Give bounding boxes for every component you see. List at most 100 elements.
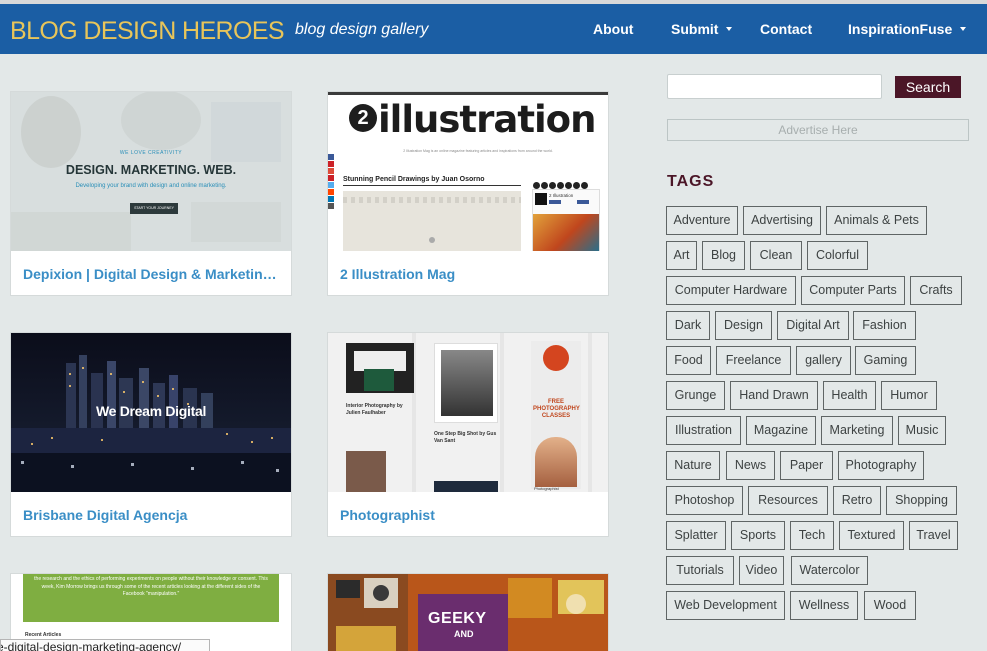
tag-item[interactable]: Hand Drawn bbox=[730, 381, 818, 410]
tag-item[interactable]: gallery bbox=[796, 346, 851, 375]
post-title[interactable]: 2 Illustration Mag bbox=[340, 266, 598, 282]
thumb-kicker: WE LOVE CREATIVITY bbox=[119, 150, 183, 156]
post-card[interactable]: We Dream Digital Brisbane Digital Agencj… bbox=[10, 332, 292, 537]
tag-item[interactable]: Health bbox=[823, 381, 876, 410]
tag-item[interactable]: Digital Art bbox=[777, 311, 849, 340]
thumb-brand: illustration bbox=[378, 98, 596, 141]
social-icons-row[interactable] bbox=[533, 176, 599, 189]
tag-item[interactable]: Paper bbox=[780, 451, 833, 480]
thumb-subtext: AND bbox=[454, 629, 474, 639]
tag-item[interactable]: Fashion bbox=[853, 311, 916, 340]
post-thumbnail[interactable]: 2 illustration 2 Illustration Mag is an … bbox=[328, 92, 608, 251]
tag-item[interactable]: Illustration bbox=[666, 416, 741, 445]
post-thumbnail[interactable]: We Dream Digital bbox=[11, 333, 291, 492]
post-thumbnail[interactable]: GEEKY AND bbox=[328, 574, 608, 651]
thumb-label: Recent Articles bbox=[25, 632, 62, 638]
tag-item[interactable]: Wood bbox=[864, 591, 916, 620]
post-title[interactable]: Photographist bbox=[340, 507, 598, 523]
sidebar-widget: 2 Illustration bbox=[532, 189, 600, 251]
tag-item[interactable]: Resources bbox=[748, 486, 828, 515]
tag-item[interactable]: Tech bbox=[790, 521, 834, 550]
thumb-article-1: Interior Photography by Julien Faulhaber bbox=[346, 403, 403, 416]
tag-item[interactable]: Nature bbox=[666, 451, 720, 480]
tags-heading: TAGS bbox=[667, 173, 715, 190]
tag-item[interactable]: Colorful bbox=[807, 241, 868, 270]
post-card[interactable]: Interior Photography by Julien Faulhaber… bbox=[327, 332, 609, 537]
thumb-button: START YOUR JOURNEY bbox=[130, 203, 178, 214]
thumb-description: 2 Illustration Mag is an online magazine… bbox=[403, 149, 553, 153]
tag-item[interactable]: Sports bbox=[731, 521, 785, 550]
tag-item[interactable]: Advertising bbox=[743, 206, 821, 235]
post-thumbnail[interactable]: Interior Photography by Julien Faulhaber… bbox=[328, 333, 608, 492]
chevron-down-icon bbox=[960, 27, 967, 32]
tag-item[interactable]: Animals & Pets bbox=[826, 206, 927, 235]
article-image bbox=[346, 451, 386, 492]
tag-item[interactable]: News bbox=[726, 451, 775, 480]
post-title[interactable]: Brisbane Digital Agencja bbox=[23, 507, 281, 523]
tag-item[interactable]: Grunge bbox=[666, 381, 725, 410]
tag-item[interactable]: Tutorials bbox=[666, 556, 734, 585]
site-tagline: blog design gallery bbox=[295, 21, 429, 38]
thumb-subtext: Developing your brand with design and on… bbox=[75, 183, 227, 189]
social-share-bar[interactable] bbox=[328, 154, 336, 209]
advertise-banner[interactable]: Advertise Here bbox=[667, 119, 969, 141]
tag-item[interactable]: Music bbox=[898, 416, 946, 445]
tag-item[interactable]: Wellness bbox=[790, 591, 858, 620]
chevron-down-icon bbox=[726, 27, 733, 32]
tag-item[interactable]: Freelance bbox=[716, 346, 791, 375]
nav-inspirationfuse[interactable]: InspirationFuse bbox=[848, 21, 967, 37]
tag-item[interactable]: Computer Parts bbox=[801, 276, 905, 305]
thumb-headline: We Dream Digital bbox=[95, 403, 207, 419]
thumb-headline: GEEKY bbox=[428, 610, 487, 627]
tag-item[interactable]: Web Development bbox=[666, 591, 785, 620]
nav-contact[interactable]: Contact bbox=[760, 21, 812, 37]
tag-item[interactable]: Dark bbox=[666, 311, 710, 340]
widget-label: 2 Illustration bbox=[549, 193, 574, 198]
tag-item[interactable]: Blog bbox=[702, 241, 745, 270]
tag-item[interactable]: Clean bbox=[750, 241, 802, 270]
article-image bbox=[434, 481, 498, 492]
nav-submit[interactable]: Submit bbox=[671, 21, 733, 37]
search-input[interactable] bbox=[667, 74, 882, 99]
thumb-badge: 2 bbox=[349, 104, 377, 132]
post-card[interactable]: WE LOVE CREATIVITY DESIGN. MARKETING. WE… bbox=[10, 91, 292, 296]
ad-banner[interactable]: FREE PHOTOGRAPHY CLASSES bbox=[531, 341, 581, 489]
site-header: BLOG DESIGN HEROES blog design gallery A… bbox=[0, 4, 987, 54]
thumb-text: the research and the ethics of performin… bbox=[34, 576, 268, 597]
tag-item[interactable]: Magazine bbox=[746, 416, 816, 445]
tag-item[interactable]: Video bbox=[739, 556, 784, 585]
tag-item[interactable]: Photoshop bbox=[666, 486, 743, 515]
tag-item[interactable]: Art bbox=[666, 241, 697, 270]
tag-item[interactable]: Watercolor bbox=[791, 556, 868, 585]
tag-item[interactable]: Computer Hardware bbox=[666, 276, 796, 305]
tag-item[interactable]: Splatter bbox=[666, 521, 726, 550]
browser-status-bar: e-digital-design-marketing-agency/ bbox=[0, 639, 210, 651]
post-thumbnail[interactable]: WE LOVE CREATIVITY DESIGN. MARKETING. WE… bbox=[11, 92, 291, 251]
tag-item[interactable]: Retro bbox=[833, 486, 881, 515]
site-logo[interactable]: BLOG DESIGN HEROES bbox=[10, 17, 285, 46]
ad-headline: FREE PHOTOGRAPHY CLASSES bbox=[533, 399, 580, 419]
tag-item[interactable]: Marketing bbox=[821, 416, 893, 445]
tag-item[interactable]: Gaming bbox=[855, 346, 916, 375]
thumb-badge: Photographist bbox=[534, 486, 559, 491]
tag-item[interactable]: Humor bbox=[881, 381, 937, 410]
tag-item[interactable]: Shopping bbox=[886, 486, 957, 515]
status-url: e-digital-design-marketing-agency/ bbox=[0, 640, 182, 651]
nav-about[interactable]: About bbox=[593, 21, 633, 37]
tag-item[interactable]: Crafts bbox=[910, 276, 962, 305]
article-image bbox=[343, 191, 521, 251]
tag-item[interactable]: Food bbox=[666, 346, 711, 375]
tag-item[interactable]: Adventure bbox=[666, 206, 738, 235]
tag-item[interactable]: Photography bbox=[838, 451, 924, 480]
tag-item[interactable]: Travel bbox=[909, 521, 958, 550]
post-card[interactable]: GEEKY AND bbox=[327, 573, 609, 651]
tag-item[interactable]: Design bbox=[715, 311, 772, 340]
post-card[interactable]: 2 illustration 2 Illustration Mag is an … bbox=[327, 91, 609, 296]
article-image bbox=[346, 343, 414, 393]
post-title[interactable]: Depixion | Digital Design & Marketing Ag… bbox=[23, 266, 281, 282]
thumb-headline: DESIGN. MARKETING. WEB. bbox=[65, 163, 237, 177]
thumb-article-title: Stunning Pencil Drawings by Juan Osorno bbox=[343, 176, 485, 183]
article-image bbox=[434, 343, 498, 423]
tag-item[interactable]: Textured bbox=[839, 521, 904, 550]
search-button[interactable]: Search bbox=[895, 76, 961, 98]
